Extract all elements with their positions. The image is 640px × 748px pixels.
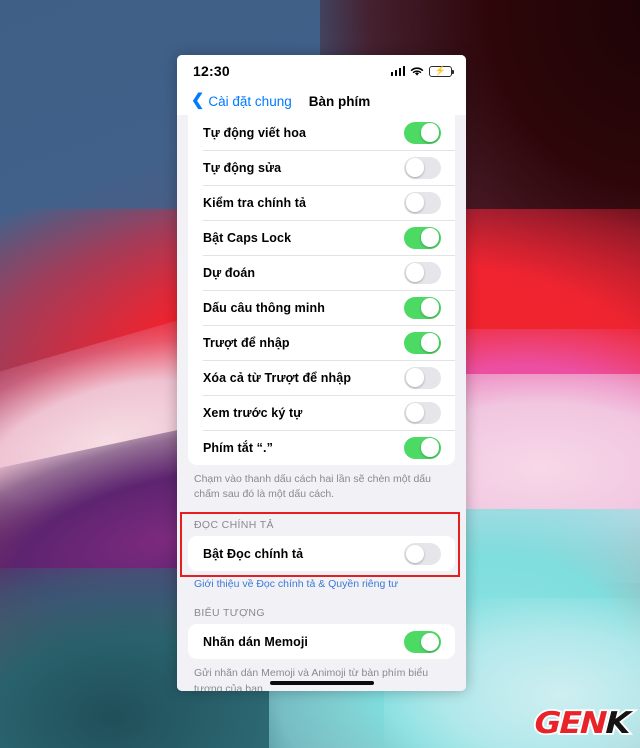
row-check-spelling[interactable]: Kiểm tra chính tả [188, 185, 455, 220]
row-label: Nhãn dán Memoji [203, 634, 308, 649]
link-about-dictation-privacy[interactable]: Giới thiệu về Đọc chính tả & Quyền riêng… [177, 571, 466, 590]
footnote-keyboard-settings: Chạm vào thanh dấu cách hai lần sẽ chèn … [194, 473, 431, 501]
row-smart-punctuation[interactable]: Dấu câu thông minh [188, 290, 455, 325]
row-slide-to-type[interactable]: Trượt để nhập [188, 325, 455, 360]
status-bar-indicators: ⚡ [390, 65, 454, 77]
back-button-label: Cài đặt chung [208, 93, 292, 109]
row-label: Dấu câu thông minh [203, 300, 325, 315]
back-button[interactable]: ❮ Cài đặt chung [191, 91, 292, 109]
status-bar: 12:30 ⚡ [177, 55, 466, 87]
iphone-screenshot: 12:30 ⚡ ❮ Cài đặt chung Bàn phím Tự động… [177, 55, 466, 691]
row-label: Kiểm tra chính tả [203, 195, 307, 210]
toggle-auto-correction[interactable] [404, 156, 441, 179]
navigation-bar: ❮ Cài đặt chung Bàn phím [177, 87, 466, 115]
row-period-shortcut[interactable]: Phím tắt “.” [188, 430, 455, 465]
row-label: Dự đoán [203, 265, 256, 280]
toggle-memoji-stickers[interactable] [404, 630, 441, 653]
row-auto-capitalization[interactable]: Tự động viết hoa [188, 115, 455, 150]
row-enable-caps-lock[interactable]: Bật Caps Lock [188, 220, 455, 255]
watermark-text-k: K [603, 704, 631, 743]
settings-list[interactable]: Tự động viết hoa Tự động sửa Kiểm tra ch… [177, 115, 466, 691]
section-header-emoji: BIỂU TƯỢNG [194, 607, 265, 620]
toggle-enable-dictation[interactable] [404, 542, 441, 565]
row-label: Tự động viết hoa [203, 125, 307, 140]
row-delete-slide-to-type[interactable]: Xóa cả từ Trượt để nhập [188, 360, 455, 395]
row-label: Xem trước ký tự [203, 405, 303, 420]
toggle-enable-caps-lock[interactable] [404, 226, 441, 249]
toggle-smart-punctuation[interactable] [404, 296, 441, 319]
toggle-predictive[interactable] [404, 261, 441, 284]
toggle-delete-slide-to-type[interactable] [404, 366, 441, 389]
wifi-icon [410, 66, 424, 77]
row-label: Tự động sửa [203, 160, 282, 175]
battery-charging-icon: ⚡ [429, 65, 454, 77]
section-emoji: Nhãn dán Memoji [188, 624, 455, 660]
page-title: Bàn phím [308, 93, 371, 109]
genk-watermark-logo: GENK [532, 704, 631, 743]
row-label: Xóa cả từ Trượt để nhập [203, 370, 352, 385]
status-bar-clock: 12:30 [193, 63, 230, 79]
chevron-left-icon: ❮ [191, 91, 205, 109]
row-enable-dictation[interactable]: Bật Đọc chính tả [188, 536, 455, 571]
footnote-emoji: Gửi nhãn dán Memoji và Animoji từ bàn ph… [194, 667, 429, 691]
toggle-period-shortcut[interactable] [404, 436, 441, 459]
toggle-character-preview[interactable] [404, 401, 441, 424]
row-label: Trượt để nhập [203, 335, 290, 350]
toggle-slide-to-type[interactable] [404, 331, 441, 354]
row-memoji-stickers[interactable]: Nhãn dán Memoji [188, 624, 455, 659]
toggle-auto-capitalization[interactable] [404, 121, 441, 144]
cellular-bars-icon [390, 66, 405, 76]
row-predictive[interactable]: Dự đoán [188, 255, 455, 290]
row-label: Bật Đọc chính tả [203, 546, 304, 561]
section-header-dictation: ĐỌC CHÍNH TẢ [194, 519, 274, 532]
home-indicator[interactable] [269, 680, 374, 685]
section-dictation: Bật Đọc chính tả [188, 536, 455, 572]
row-label: Phím tắt “.” [203, 440, 273, 455]
toggle-check-spelling[interactable] [404, 191, 441, 214]
row-auto-correction[interactable]: Tự động sửa [188, 150, 455, 185]
section-keyboard-settings: Tự động viết hoa Tự động sửa Kiểm tra ch… [188, 115, 455, 465]
row-character-preview[interactable]: Xem trước ký tự [188, 395, 455, 430]
row-label: Bật Caps Lock [203, 230, 292, 245]
watermark-text-gen: GEN [532, 704, 608, 743]
